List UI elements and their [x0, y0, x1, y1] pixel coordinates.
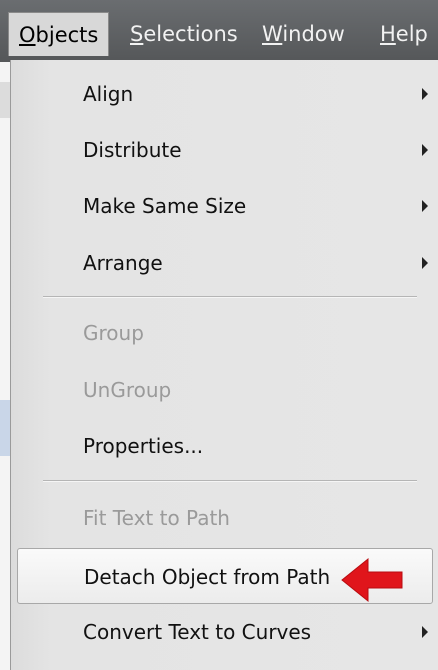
menu-item-make-same-size[interactable]: Make Same Size: [11, 178, 438, 234]
menu-item-fit-text-to-path[interactable]: Fit Text to Path: [11, 490, 438, 546]
menubar: Objects Selections Window Help: [0, 0, 438, 62]
menu-window-mnemonic: W: [262, 22, 283, 46]
menu-item-label: Align: [83, 82, 134, 106]
menu-help[interactable]: Help: [370, 12, 438, 56]
menu-help-label: elp: [395, 22, 428, 46]
menu-window-label: indow: [282, 22, 345, 46]
menu-separator: [43, 480, 417, 482]
red-arrow-shape: [341, 557, 403, 603]
menu-separator: [43, 296, 417, 298]
menu-item-arrange[interactable]: Arrange: [11, 235, 438, 291]
menu-selections-label: elections: [143, 22, 238, 46]
submenu-arrow-icon: [422, 200, 428, 212]
submenu-arrow-icon: [422, 88, 428, 100]
menu-item-label: Group: [83, 321, 144, 345]
submenu-arrow-icon: [422, 626, 428, 638]
menu-objects[interactable]: Objects: [8, 12, 110, 56]
menu-selections[interactable]: Selections: [120, 12, 248, 56]
menu-item-label: Arrange: [83, 251, 163, 275]
menu-help-mnemonic: H: [380, 22, 396, 46]
menu-item-distribute[interactable]: Distribute: [11, 122, 438, 178]
menu-item-label: Properties...: [83, 434, 204, 458]
menu-item-label: Fit Text to Path: [83, 506, 230, 530]
menu-item-properties[interactable]: Properties...: [11, 418, 438, 474]
menu-item-label: Make Same Size: [83, 194, 247, 218]
submenu-arrow-icon: [422, 144, 428, 156]
menu-item-label: UnGroup: [83, 378, 172, 402]
menu-item-align[interactable]: Align: [11, 66, 438, 122]
menu-objects-mnemonic: O: [19, 23, 36, 47]
menu-window[interactable]: Window: [252, 12, 355, 56]
screenshot-root: Objects Selections Window Help Align Dis…: [0, 0, 438, 670]
menu-item-convert-text-to-curves[interactable]: Convert Text to Curves: [11, 604, 438, 660]
menu-item-ungroup[interactable]: UnGroup: [11, 362, 438, 418]
menu-item-label: Distribute: [83, 138, 182, 162]
menu-item-label: Detach Object from Path: [84, 565, 331, 589]
menu-item-label: Convert Text to Curves: [83, 620, 312, 644]
menu-objects-label: bjects: [35, 23, 99, 47]
submenu-arrow-icon: [422, 257, 428, 269]
menu-item-group[interactable]: Group: [11, 305, 438, 361]
menu-selections-mnemonic: S: [130, 22, 144, 46]
red-arrow-icon: [341, 557, 403, 603]
